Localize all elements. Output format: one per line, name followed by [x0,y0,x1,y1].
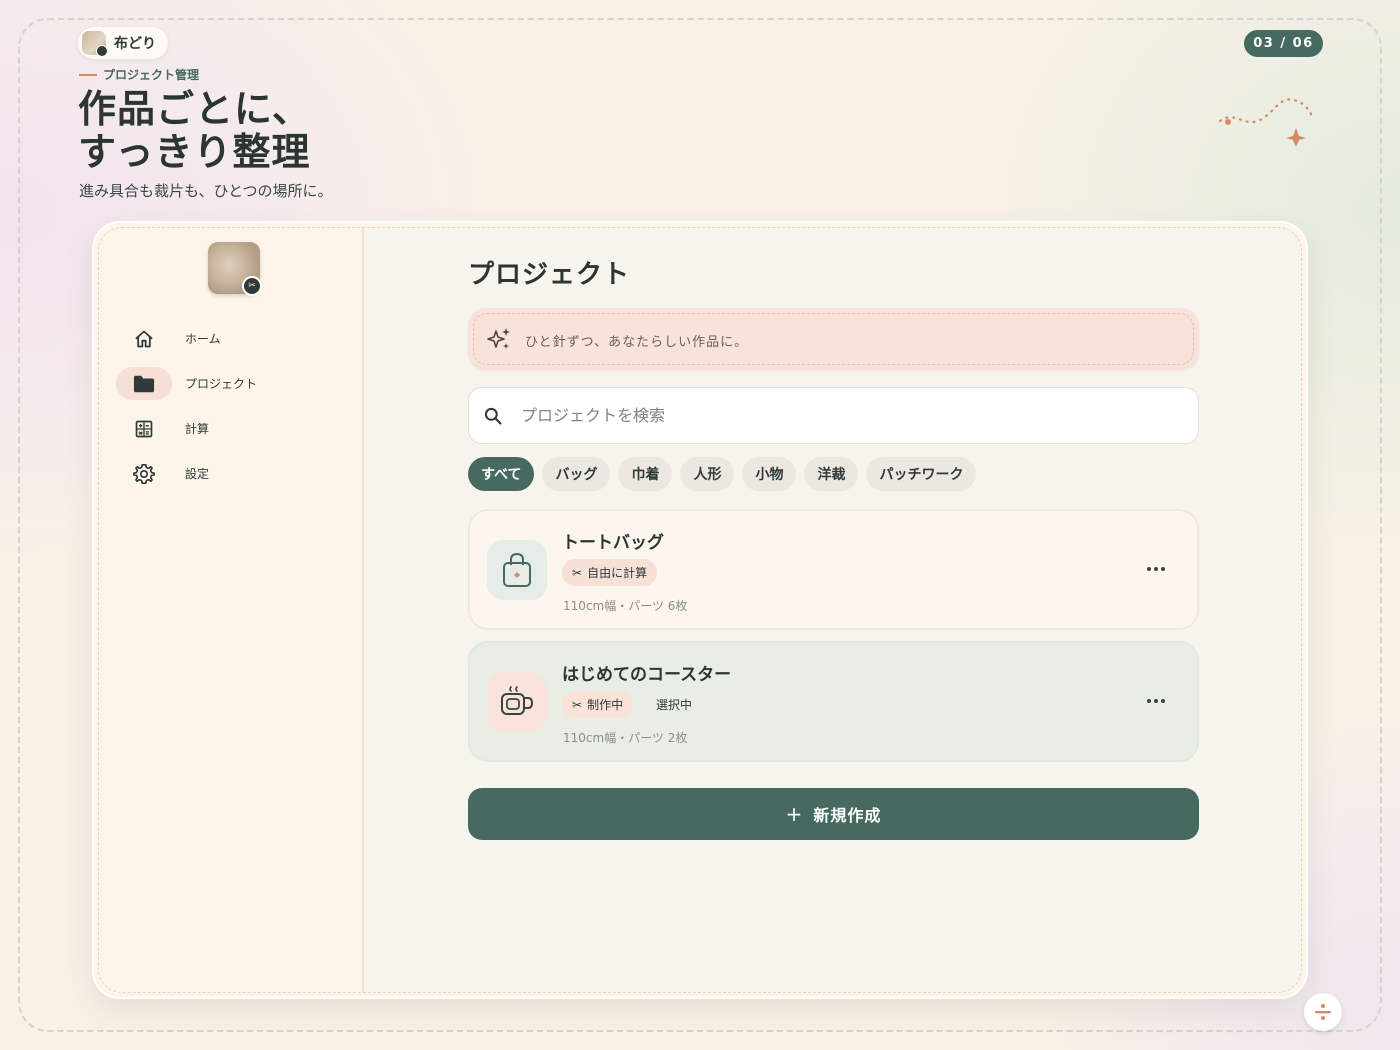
page-title: プロジェクト [468,260,631,290]
cup-icon [487,672,547,732]
project-card[interactable]: はじめてのコースター ✂ 制作中 選択中 110cm幅・パーツ 2枚 [468,641,1199,762]
brand-pill: 布どり [78,27,168,59]
sidebar-item-label: 計算 [185,422,210,436]
sidebar-item-projects[interactable]: プロジェクト [116,367,336,400]
plus-icon: + [785,802,804,826]
banner-text: ひと針ずつ、あなたらしい作品に。 [525,335,749,350]
project-tag: ✂ 制作中 [562,691,634,718]
project-tag-label: 制作中 [587,698,624,712]
search-bar [468,387,1199,444]
scissors-icon: ✂ [572,565,583,580]
project-tag: ✂ 自由に計算 [562,559,658,586]
filter-chips: すべて バッグ 巾着 人形 小物 洋裁 パッチワーク [468,457,977,491]
search-input[interactable] [521,406,1121,425]
filter-chip-patchwork[interactable]: パッチワーク [866,457,977,491]
filter-chip-bag[interactable]: バッグ [542,457,611,491]
search-icon [484,407,502,425]
brand-name: 布どり [114,36,156,52]
project-meta: 110cm幅・パーツ 2枚 [563,731,688,745]
calculator-icon [116,412,172,445]
main-content: プロジェクト ひと針ずつ、あなたらしい作品に。 すべて バッグ 巾着 人形 小物 [364,228,1301,992]
headline-line-2: すっきり整理 [78,130,311,174]
filter-chip-dressmaking[interactable]: 洋裁 [804,457,859,491]
app-window: ✂ ホーム プロジェクト 計算 設定 プロジェクト ひと針ずつ、あなたらしい作品… [92,221,1308,999]
sidebar-item-calculator[interactable]: 計算 [116,412,336,445]
filter-chip-accessory[interactable]: 小物 [742,457,797,491]
filter-chip-all[interactable]: すべて [468,457,535,491]
sidebar-item-label: プロジェクト [185,377,258,391]
sidebar-item-label: ホーム [185,332,221,346]
new-project-label: 新規作成 [813,806,882,825]
page-counter: 03 / 06 [1244,30,1323,57]
project-meta: 110cm幅・パーツ 6枚 [563,599,688,613]
hero-headline: 作品ごとに、 すっきり整理 [78,88,311,174]
filter-chip-pouch[interactable]: 巾着 [618,457,673,491]
project-tag-label: 自由に計算 [587,566,648,580]
hero-eyebrow: プロジェクト管理 [79,66,199,83]
bag-icon [487,540,547,600]
home-icon [116,322,172,355]
scissors-icon: ✂ [572,697,583,712]
more-options-icon[interactable] [1144,691,1168,711]
hero-subhead: 進み具合も裁片も、ひとつの場所に。 [79,182,333,200]
gear-icon [116,457,172,490]
brand-logo [82,31,108,57]
headline-line-1: 作品ごとに、 [78,87,311,131]
sparkle-icon [487,328,510,349]
hero-eyebrow-text: プロジェクト管理 [103,68,200,82]
avatar[interactable]: ✂ [208,242,262,296]
divide-icon[interactable] [1304,993,1342,1031]
project-title: はじめてのコースター [562,665,732,685]
sidebar-item-home[interactable]: ホーム [116,322,336,355]
sidebar: ✂ ホーム プロジェクト 計算 設定 [99,228,364,992]
folder-icon [116,367,172,400]
sidebar-nav: ホーム プロジェクト 計算 設定 [116,322,336,502]
tip-banner: ひと針ずつ、あなたらしい作品に。 [468,308,1199,370]
filter-chip-doll[interactable]: 人形 [680,457,735,491]
project-card[interactable]: トートバッグ ✂ 自由に計算 110cm幅・パーツ 6枚 [468,509,1199,630]
sidebar-item-settings[interactable]: 設定 [116,457,336,490]
sidebar-item-label: 設定 [185,467,210,481]
new-project-button[interactable]: + 新規作成 [468,788,1199,840]
more-options-icon[interactable] [1144,559,1168,579]
project-title: トートバッグ [562,533,664,553]
project-status: 選択中 [656,698,693,712]
sparkle-trail-decoration [1218,98,1315,147]
app-window-inner: ✂ ホーム プロジェクト 計算 設定 プロジェクト ひと針ずつ、あなたらしい作品… [98,227,1302,993]
scissors-badge-icon: ✂ [242,276,262,296]
